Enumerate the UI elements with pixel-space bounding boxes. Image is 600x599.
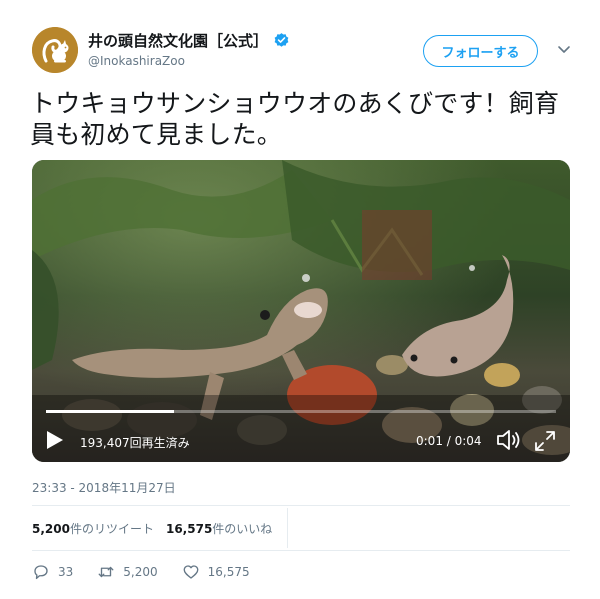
tweet-text: トウキョウサンショウウオのあくびです！飼育員も初めて見ました。 bbox=[30, 89, 560, 149]
fullscreen-icon[interactable] bbox=[534, 430, 556, 452]
video-frame-salamanders bbox=[32, 160, 570, 462]
divider bbox=[32, 505, 570, 506]
likes-count: 16,575 bbox=[165, 522, 213, 536]
avatar[interactable] bbox=[32, 27, 78, 73]
video-player[interactable]: 193,407回再生済み 0:01 / 0:04 bbox=[32, 160, 570, 462]
like-button[interactable]: 16,575 bbox=[182, 563, 250, 581]
like-count: 16,575 bbox=[207, 565, 250, 579]
retweets-count: 5,200 bbox=[32, 522, 70, 536]
video-progress-fill bbox=[46, 410, 174, 413]
chevron-down-icon[interactable] bbox=[556, 41, 572, 57]
reply-button[interactable]: 33 bbox=[32, 563, 73, 581]
reply-icon bbox=[34, 565, 48, 580]
likes-stat[interactable]: 16,575件のいいね bbox=[166, 520, 272, 537]
heart-icon bbox=[183, 565, 199, 579]
retweet-button[interactable]: 5,200 bbox=[97, 563, 158, 581]
retweet-icon bbox=[98, 566, 114, 578]
divider bbox=[32, 550, 570, 551]
tweet-header: 井の頭自然文化園［公式］ @InokashiraZoo フォローする bbox=[32, 27, 580, 77]
follow-button[interactable]: フォローする bbox=[423, 35, 538, 67]
retweet-count: 5,200 bbox=[123, 565, 158, 579]
engagement-stats: 5,200件のリツイート 16,575件のいいね bbox=[32, 520, 272, 537]
tweet-timestamp[interactable]: 23:33 - 2018年11月27日 bbox=[32, 479, 176, 496]
tweet-actions: 33 5,200 16,575 bbox=[32, 563, 274, 581]
retweets-suffix: 件のリツイート bbox=[69, 522, 154, 536]
likes-suffix: 件のいいね bbox=[212, 522, 273, 536]
name-row: 井の頭自然文化園［公式］ bbox=[88, 30, 290, 51]
video-time: 0:01 / 0:04 bbox=[416, 434, 482, 448]
squirrel-logo-icon bbox=[32, 27, 78, 73]
volume-icon[interactable] bbox=[496, 428, 522, 452]
display-name[interactable]: 井の頭自然文化園［公式］ bbox=[88, 30, 268, 51]
stats-separator bbox=[287, 508, 288, 548]
user-handle[interactable]: @InokashiraZoo bbox=[88, 54, 185, 68]
retweets-stat[interactable]: 5,200件のリツイート bbox=[32, 520, 154, 537]
play-icon[interactable] bbox=[46, 430, 64, 450]
verified-badge-icon bbox=[274, 33, 289, 47]
reply-count: 33 bbox=[58, 565, 74, 579]
video-progress-bar[interactable] bbox=[46, 410, 556, 413]
view-count: 193,407回再生済み bbox=[80, 436, 190, 450]
